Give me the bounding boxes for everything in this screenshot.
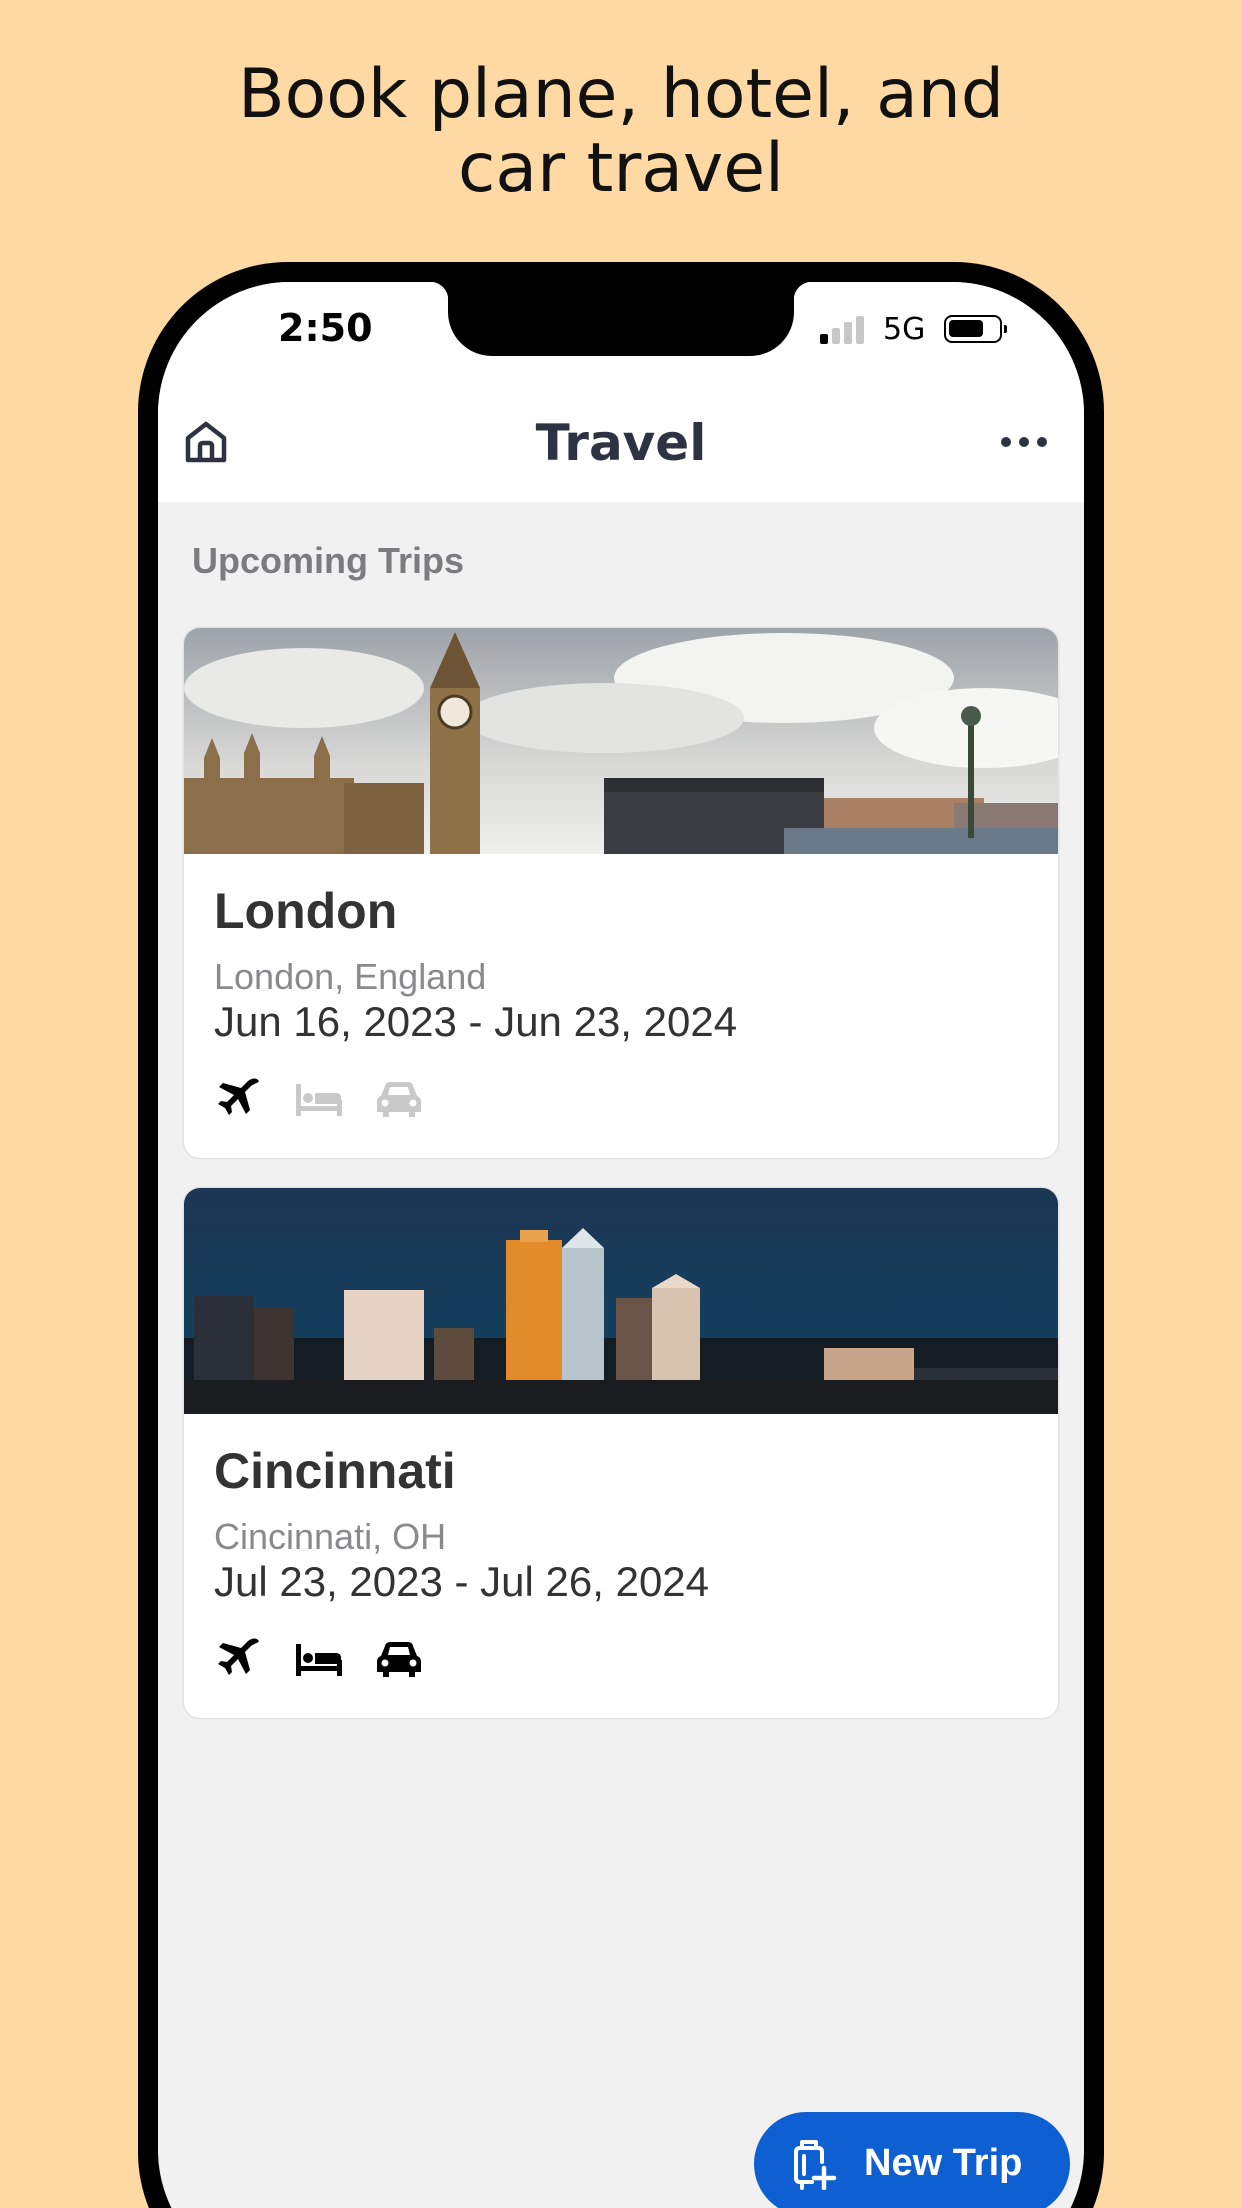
trip-title: Cincinnati	[214, 1443, 456, 1499]
status-time: 2:50	[278, 306, 373, 350]
section-title-upcoming-trips: Upcoming Trips	[192, 540, 465, 581]
battery-icon	[944, 315, 1007, 343]
hotel-bed-icon	[296, 1084, 342, 1116]
car-icon	[377, 1082, 421, 1117]
navigation-bar: Travel	[158, 382, 1084, 502]
trip-dates: Jul 23, 2023 - Jul 26, 2024	[214, 1558, 710, 1605]
camera-notch	[430, 282, 812, 356]
phone-screen: 2:50 5G Travel Upcoming Trips London Lon…	[158, 282, 1084, 2208]
cincinnati-skyline-image	[184, 1188, 1058, 1414]
signal-strength-icon	[820, 316, 868, 344]
luggage-add-icon	[794, 2140, 837, 2190]
phone-frame: 2:50 5G Travel Upcoming Trips London Lon…	[138, 262, 1104, 2208]
new-trip-button[interactable]: New Trip	[754, 2112, 1070, 2208]
plane-icon	[218, 1638, 259, 1675]
trip-location: London, England	[214, 956, 487, 997]
more-horizontal-icon[interactable]	[1000, 430, 1048, 454]
page-title: Travel	[535, 414, 707, 472]
promo-headline: Book plane, hotel, and car travel	[0, 58, 1242, 206]
car-icon	[377, 1642, 421, 1677]
trip-card-london[interactable]: London London, England Jun 16, 2023 - Ju…	[184, 628, 1058, 1158]
new-trip-label: New Trip	[864, 2142, 1023, 2184]
london-skyline-image	[184, 628, 1058, 854]
plane-icon	[218, 1078, 259, 1115]
trip-title: London	[214, 883, 398, 939]
hotel-bed-icon	[296, 1644, 342, 1676]
trip-card-cincinnati[interactable]: Cincinnati Cincinnati, OH Jul 23, 2023 -…	[184, 1188, 1058, 1718]
network-type: 5G	[883, 312, 926, 347]
trip-location: Cincinnati, OH	[214, 1516, 447, 1557]
promo-line-1: Book plane, hotel, and	[238, 55, 1004, 134]
promo-line-2: car travel	[458, 129, 784, 208]
trip-dates: Jun 16, 2023 - Jun 23, 2024	[214, 998, 738, 1045]
